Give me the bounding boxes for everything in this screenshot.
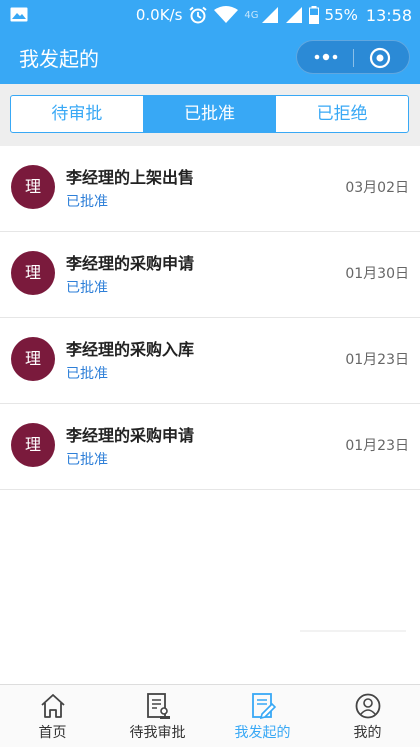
wifi-icon (214, 6, 239, 23)
alarm-icon (189, 6, 208, 24)
request-list: 理 李经理的上架出售 已批准 03月02日 理 李经理的采购申请 已批准 01月… (0, 146, 420, 490)
battery-percent: 55% (324, 6, 358, 24)
item-title: 李经理的上架出售 (66, 168, 195, 187)
status-label: 已批准 (66, 366, 108, 382)
avatar: 理 (11, 423, 55, 467)
item-title: 李经理的采购申请 (66, 254, 195, 273)
more-options-icon[interactable] (311, 49, 341, 65)
list-item[interactable]: 理 李经理的采购申请 已批准 01月23日 (0, 404, 420, 490)
tab-pending[interactable]: 待审批 (11, 96, 143, 132)
tabbar-label: 首页 (38, 725, 67, 741)
avatar: 理 (11, 337, 55, 381)
battery-icon (308, 6, 319, 24)
capsule-divider (353, 49, 354, 67)
bottom-tab-bar: 首页 待我审批 我发起的 我的 (0, 684, 420, 747)
initiated-document-icon (251, 693, 276, 720)
item-title: 李经理的采购申请 (66, 426, 195, 445)
navigation-bar: 我发起的 (0, 30, 420, 84)
item-date: 03月02日 (345, 180, 409, 196)
network-speed: 0.0K/s (135, 6, 183, 24)
tab-approved[interactable]: 已批准 (142, 96, 276, 132)
tabbar-label: 我的 (353, 725, 382, 741)
tab-rejected[interactable]: 已拒绝 (275, 96, 408, 132)
status-label: 已批准 (66, 452, 108, 468)
status-label: 已批准 (66, 194, 108, 210)
tabbar-label: 待我审批 (129, 725, 186, 741)
divider (300, 630, 406, 632)
tabbar-item-initiated[interactable]: 我发起的 (210, 685, 315, 747)
page-title: 我发起的 (19, 47, 99, 71)
avatar: 理 (11, 165, 55, 209)
clock: 13:58 (365, 5, 412, 25)
home-icon (40, 694, 65, 718)
network-type: 4G (244, 9, 259, 21)
tabbar-item-home[interactable]: 首页 (0, 685, 105, 747)
image-notification-icon (10, 7, 28, 22)
approval-document-icon (146, 693, 170, 719)
close-miniprogram-icon[interactable] (369, 47, 391, 69)
tabbar-item-pending-approval[interactable]: 待我审批 (105, 685, 210, 747)
status-tabs: 待审批 已批准 已拒绝 (10, 95, 409, 133)
item-date: 01月30日 (345, 266, 409, 282)
user-icon (355, 693, 380, 719)
item-date: 01月23日 (345, 438, 409, 454)
signal-icon-2 (285, 7, 302, 23)
status-label: 已批准 (66, 280, 108, 296)
item-date: 01月23日 (345, 352, 409, 368)
tabbar-label: 我发起的 (234, 725, 291, 741)
list-item[interactable]: 理 李经理的采购入库 已批准 01月23日 (0, 318, 420, 404)
avatar: 理 (11, 251, 55, 295)
status-bar: 0.0K/s 4G 55% 13:58 (0, 0, 420, 30)
tabbar-item-mine[interactable]: 我的 (315, 685, 420, 747)
signal-icon-1 (261, 7, 278, 23)
miniprogram-capsule (296, 40, 410, 74)
list-item[interactable]: 理 李经理的上架出售 已批准 03月02日 (0, 146, 420, 232)
list-item[interactable]: 理 李经理的采购申请 已批准 01月30日 (0, 232, 420, 318)
tabs-container: 待审批 已批准 已拒绝 (0, 84, 420, 146)
item-title: 李经理的采购入库 (66, 340, 195, 359)
